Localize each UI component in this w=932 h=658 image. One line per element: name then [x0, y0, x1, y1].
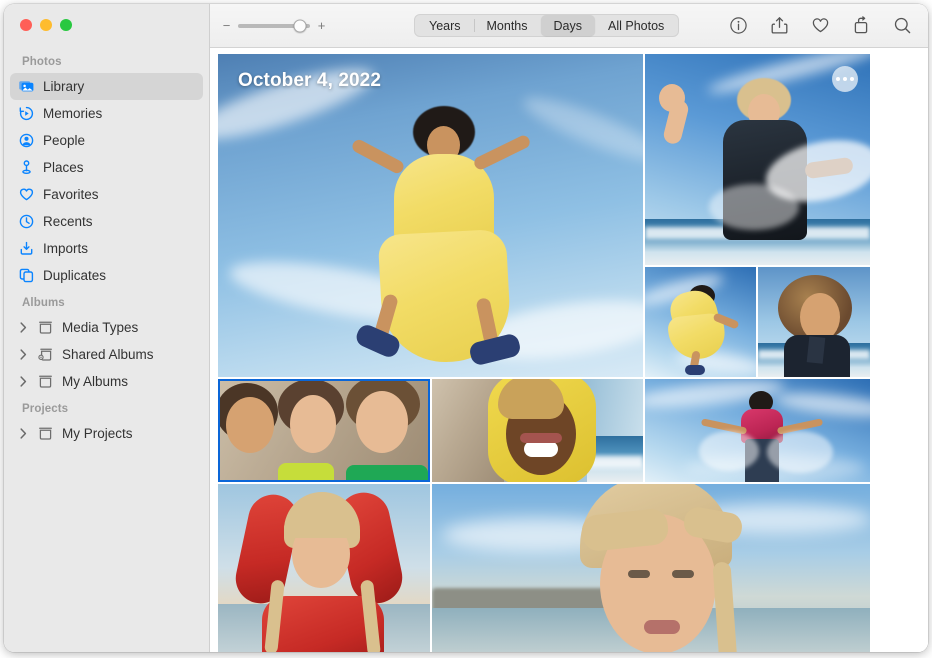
date-header: October 4, 2022	[238, 70, 381, 92]
photo-image	[758, 267, 870, 377]
tab-all-photos[interactable]: All Photos	[595, 15, 677, 36]
main-area: − + Years Months Days All Photos	[210, 4, 928, 652]
toolbar-actions	[728, 16, 912, 36]
sidebar-item-label: People	[43, 133, 85, 148]
sidebar-item-people[interactable]: People	[10, 127, 203, 154]
minimize-button[interactable]	[40, 19, 52, 31]
sidebar-section-photos-list: Library Memories	[4, 73, 209, 289]
sidebar-item-library[interactable]: Library	[10, 73, 203, 100]
sidebar-item-label: Favorites	[43, 187, 99, 202]
import-icon	[18, 240, 35, 257]
rotate-icon[interactable]	[851, 16, 871, 36]
toolbar: − + Years Months Days All Photos	[210, 4, 928, 48]
album-box-icon	[37, 425, 54, 442]
sidebar-section-projects-list: My Projects	[4, 420, 209, 447]
sidebar-item-places[interactable]: Places	[10, 154, 203, 181]
photos-window: Photos Library	[4, 4, 928, 652]
shared-album-box-icon	[37, 346, 54, 363]
sidebar-item-memories[interactable]: Memories	[10, 100, 203, 127]
sidebar-item-media-types[interactable]: Media Types	[10, 314, 203, 341]
tab-years[interactable]: Years	[416, 15, 474, 36]
sidebar-item-favorites[interactable]: Favorites	[10, 181, 203, 208]
photo-thumbnail[interactable]	[218, 379, 430, 482]
close-button[interactable]	[20, 19, 32, 31]
tab-months[interactable]: Months	[474, 15, 541, 36]
photo-image	[645, 267, 756, 377]
photo-image	[645, 379, 870, 482]
search-icon[interactable]	[892, 16, 912, 36]
sidebar-item-label: Library	[43, 79, 84, 94]
heart-icon	[18, 186, 35, 203]
maximize-button[interactable]	[60, 19, 72, 31]
album-box-icon	[37, 373, 54, 390]
photo-image	[432, 379, 643, 482]
sidebar: Photos Library	[4, 4, 210, 652]
photo-thumbnail[interactable]	[645, 267, 756, 377]
photo-image	[220, 381, 428, 480]
sidebar-item-label: Shared Albums	[62, 347, 154, 362]
sidebar-section-photos-title: Photos	[4, 48, 209, 73]
people-icon	[18, 132, 35, 149]
photo-thumbnail[interactable]	[645, 379, 870, 482]
photo-thumbnail[interactable]	[758, 267, 870, 377]
photo-thumbnail[interactable]	[645, 54, 870, 265]
duplicates-icon	[18, 267, 35, 284]
dot	[850, 77, 854, 81]
sidebar-item-label: Duplicates	[43, 268, 106, 283]
dot	[843, 77, 847, 81]
zoom-slider-track[interactable]	[238, 24, 310, 28]
favorite-icon[interactable]	[810, 16, 830, 36]
sidebar-item-label: My Albums	[62, 374, 128, 389]
sidebar-item-my-albums[interactable]: My Albums	[10, 368, 203, 395]
album-box-icon	[37, 319, 54, 336]
more-options-button[interactable]	[832, 66, 858, 92]
photo-thumbnail[interactable]: October 4, 2022	[218, 54, 643, 377]
info-icon[interactable]	[728, 16, 748, 36]
memories-icon	[18, 105, 35, 122]
photo-image	[432, 484, 870, 652]
sidebar-item-label: Memories	[43, 106, 102, 121]
photo-thumbnail[interactable]	[432, 484, 870, 652]
sidebar-item-recents[interactable]: Recents	[10, 208, 203, 235]
photo-image	[218, 54, 643, 377]
view-mode-segmented-control: Years Months Days All Photos	[414, 14, 679, 37]
photo-thumbnail[interactable]	[432, 379, 643, 482]
photo-image	[218, 484, 430, 652]
sidebar-item-imports[interactable]: Imports	[10, 235, 203, 262]
window-controls	[4, 4, 209, 48]
share-icon[interactable]	[769, 16, 789, 36]
library-icon	[18, 78, 35, 95]
zoom-out-label[interactable]: −	[222, 18, 231, 33]
places-icon	[18, 159, 35, 176]
tab-days[interactable]: Days	[541, 15, 595, 36]
zoom-slider[interactable]: − +	[222, 18, 326, 33]
photo-grid: October 4, 2022	[218, 54, 870, 652]
grid-right-gutter	[896, 92, 928, 652]
sidebar-item-label: My Projects	[62, 426, 133, 441]
chevron-right-icon[interactable]	[18, 376, 29, 387]
sidebar-item-my-projects[interactable]: My Projects	[10, 420, 203, 447]
sidebar-item-duplicates[interactable]: Duplicates	[10, 262, 203, 289]
sidebar-item-label: Imports	[43, 241, 88, 256]
sidebar-item-shared-albums[interactable]: Shared Albums	[10, 341, 203, 368]
photo-grid-container[interactable]: October 4, 2022	[210, 48, 928, 652]
sidebar-section-albums-title: Albums	[4, 289, 209, 314]
zoom-slider-knob[interactable]	[294, 19, 307, 32]
chevron-right-icon[interactable]	[18, 322, 29, 333]
sidebar-item-label: Places	[43, 160, 84, 175]
chevron-right-icon[interactable]	[18, 349, 29, 360]
photo-thumbnail[interactable]	[218, 484, 430, 652]
dot	[836, 77, 840, 81]
zoom-in-label[interactable]: +	[317, 18, 326, 33]
clock-icon	[18, 213, 35, 230]
sidebar-section-albums-list: Media Types Shared Albums	[4, 314, 209, 395]
chevron-right-icon[interactable]	[18, 428, 29, 439]
sidebar-item-label: Media Types	[62, 320, 138, 335]
sidebar-section-projects-title: Projects	[4, 395, 209, 420]
sidebar-item-label: Recents	[43, 214, 93, 229]
